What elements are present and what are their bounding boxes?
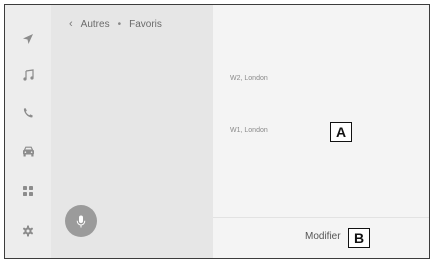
favorites-detail-panel: W2, London W1, London Modifier: [213, 5, 429, 258]
breadcrumb-separator: •: [117, 18, 122, 30]
voice-command-button[interactable]: [65, 205, 97, 237]
sidebar-item-music[interactable]: [5, 55, 51, 95]
sidebar-item-settings[interactable]: [5, 211, 51, 251]
car-icon: [22, 146, 34, 156]
navigation-icon: [23, 34, 33, 44]
breadcrumb-back-label[interactable]: Autres: [81, 19, 110, 30]
modify-button[interactable]: Modifier: [305, 227, 341, 247]
chevron-left-icon[interactable]: ‹: [69, 18, 73, 30]
breadcrumb-current-label: Favoris: [129, 18, 162, 30]
favorite-item[interactable]: W2, London: [230, 71, 420, 87]
phone-icon: [23, 108, 33, 118]
sidebar-item-phone[interactable]: [5, 93, 51, 133]
microphone-icon: [76, 215, 86, 227]
sidebar-item-apps[interactable]: [5, 171, 51, 211]
footer-divider: [213, 217, 429, 218]
sidebar-rail: [5, 5, 51, 258]
callout-label-a: A: [330, 122, 352, 142]
favorites-list-panel: ‹ Autres • Favoris: [51, 5, 213, 258]
settings-gear-icon: [22, 225, 34, 237]
breadcrumb[interactable]: ‹ Autres • Favoris: [69, 18, 162, 30]
screen-frame: ‹ Autres • Favoris W2, London W1, London…: [4, 4, 430, 259]
apps-grid-icon: [23, 186, 33, 196]
sidebar-item-navigation[interactable]: [5, 19, 51, 59]
sidebar-item-vehicle[interactable]: [5, 131, 51, 171]
favorite-item[interactable]: W1, London: [230, 123, 420, 139]
music-icon: [23, 69, 34, 81]
callout-label-b: B: [348, 228, 370, 248]
